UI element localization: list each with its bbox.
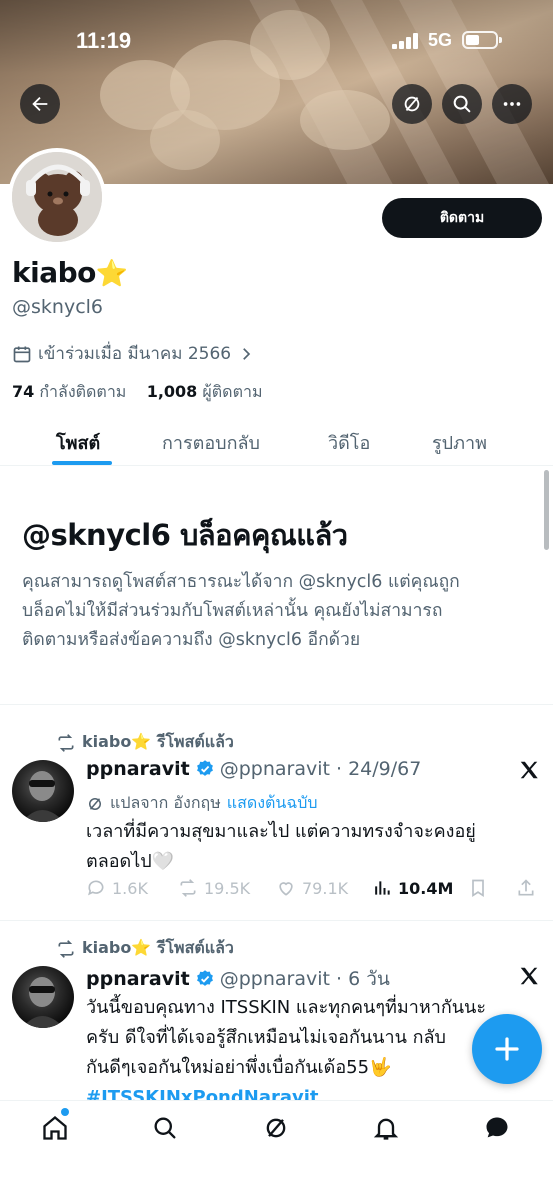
blocked-title: @sknycl6 บล็อคคุณแล้ว (22, 518, 348, 552)
x-logo-icon (520, 967, 538, 985)
tab-posts[interactable]: โพสต์ (56, 428, 100, 457)
joined-date[interactable]: เข้าร่วมเมื่อ มีนาคม 2566 (12, 340, 255, 367)
post-actions: 1.6K 19.5K 79.1K 10.4M (86, 878, 536, 904)
views-chart-icon (375, 881, 390, 895)
bottom-navigation (0, 1100, 553, 1200)
network-type: 5G (428, 30, 453, 50)
search-button[interactable] (442, 84, 482, 124)
followers-label: ผู้ติดตาม (202, 382, 263, 401)
search-icon (453, 95, 471, 113)
messages-icon (486, 1117, 508, 1138)
repost-icon (58, 939, 74, 958)
post-author[interactable]: ppnaravit (86, 968, 190, 990)
post-text[interactable]: เวลาที่มีความสุขมาและไป แต่ความทรงจำจะคง… (86, 817, 538, 877)
post-text[interactable]: วันนี้ขอบคุณทาง ITSSKIN และทุกคนๆที่มาหา… (86, 993, 538, 1113)
avatar-photo (22, 771, 64, 822)
verified-badge-icon (196, 970, 213, 986)
calendar-icon (13, 346, 31, 362)
active-tab-indicator (52, 461, 112, 465)
repost-icon (180, 879, 196, 897)
chevron-right-icon (243, 347, 251, 360)
followers-count: 1,008 (146, 382, 198, 401)
grok-icon (404, 96, 420, 112)
status-bar: 11:19 5G (0, 0, 553, 80)
plus-icon (495, 1037, 519, 1061)
more-button[interactable] (492, 84, 532, 124)
views-button[interactable]: 10.4M (372, 878, 453, 898)
grok-button[interactable] (392, 84, 432, 124)
nav-home[interactable] (38, 1111, 72, 1145)
notifications-icon (373, 1118, 399, 1140)
followers-link[interactable]: 1,008 ผู้ติดตาม (147, 382, 263, 401)
back-button[interactable] (20, 84, 60, 124)
more-icon (503, 102, 521, 106)
post-handle-time: @ppnaravit · 6 วัน (219, 968, 390, 990)
post-handle-time: @ppnaravit · 24/9/67 (219, 758, 422, 780)
reply-button[interactable]: 1.6K (86, 878, 148, 898)
status-time: 11:19 (76, 28, 132, 53)
share-button[interactable] (516, 878, 536, 898)
post-avatar[interactable] (12, 760, 74, 822)
bear-avatar-image (12, 152, 102, 242)
following-link[interactable]: 74 กำลังติดตาม (12, 382, 126, 401)
home-icon (43, 1115, 67, 1140)
like-button[interactable]: 79.1K (276, 878, 348, 898)
display-name: kiabo⭐ (12, 256, 128, 289)
post-header: ppnaravit @ppnaravit · 24/9/67 (86, 758, 421, 780)
follow-counts: 74 กำลังติดตาม 1,008 ผู้ติดตาม (12, 380, 262, 405)
grok-icon (89, 797, 101, 810)
nav-messages[interactable] (480, 1111, 514, 1145)
nav-grok[interactable] (259, 1111, 293, 1145)
tab-media[interactable]: รูปภาพ (432, 428, 487, 457)
grok-icon (266, 1118, 286, 1138)
profile-avatar[interactable] (8, 148, 106, 246)
signal-icon (392, 33, 420, 49)
post-avatar[interactable] (12, 966, 74, 1028)
show-original-link[interactable]: แสดงต้นฉบับ (227, 791, 318, 816)
profile-tabs: โพสต์ การตอบกลับ วิดีโอ รูปภาพ (0, 420, 553, 466)
verified-badge-icon (196, 760, 213, 776)
avatar-photo (22, 977, 64, 1028)
joined-label: เข้าร่วมเมื่อ มีนาคม 2566 (38, 344, 232, 364)
repost-indicator: kiabo⭐ รีโพสต์แล้ว (56, 730, 234, 755)
scrollbar[interactable] (544, 470, 549, 550)
post-header: ppnaravit @ppnaravit · 6 วัน (86, 964, 390, 994)
divider (0, 704, 553, 705)
tab-replies[interactable]: การตอบกลับ (162, 428, 260, 457)
heart-icon (279, 882, 293, 896)
bookmark-button[interactable] (468, 878, 488, 898)
tab-videos[interactable]: วิดีโอ (328, 428, 370, 457)
star-emoji: ⭐ (95, 259, 128, 289)
nav-notifications[interactable] (369, 1111, 403, 1145)
reply-icon (88, 880, 104, 896)
bookmark-icon (472, 879, 484, 898)
notification-dot (61, 1108, 69, 1116)
divider (0, 920, 553, 921)
nav-search[interactable] (148, 1111, 182, 1145)
repost-indicator: kiabo⭐ รีโพสต์แล้ว (56, 936, 234, 961)
follow-button[interactable]: ติดตาม (382, 198, 542, 238)
arrow-left-icon (32, 96, 48, 112)
translate-row: แปลจาก อังกฤษ แสดงต้นฉบับ (86, 791, 318, 816)
share-icon (518, 879, 534, 896)
post-author[interactable]: ppnaravit (86, 758, 190, 780)
x-logo-icon (520, 761, 538, 779)
repost-icon (58, 733, 74, 752)
profile-handle: @sknycl6 (12, 296, 104, 318)
compose-button[interactable] (472, 1014, 542, 1084)
blocked-message: คุณสามารถดูโพสต์สาธารณะได้จาก @sknycl6 แ… (22, 572, 460, 650)
search-icon (154, 1117, 176, 1139)
battery-icon (462, 31, 502, 49)
following-label: กำลังติดตาม (39, 382, 127, 401)
following-count: 74 (12, 382, 35, 401)
repost-button[interactable]: 19.5K (178, 878, 250, 898)
